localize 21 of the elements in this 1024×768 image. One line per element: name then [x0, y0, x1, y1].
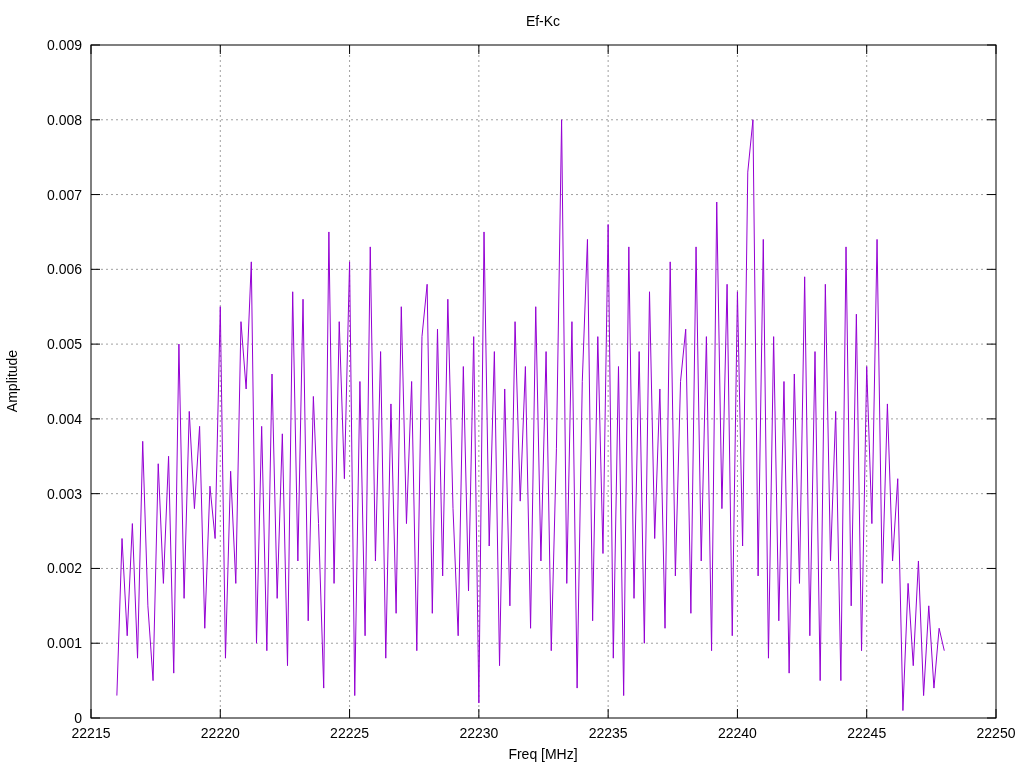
x-tick-label: 22225	[330, 725, 370, 741]
y-tick-label: 0.004	[46, 410, 82, 427]
y-tick-label: 0.005	[46, 336, 82, 353]
y-tick-label: 0	[74, 710, 82, 726]
x-tick-label: 22220	[200, 725, 240, 741]
y-tick-label: 0.003	[46, 485, 82, 502]
y-axis-label: Amplitude	[4, 349, 20, 413]
y-tick-label: 0.007	[46, 186, 82, 203]
y-tick-label: 0.006	[46, 261, 82, 278]
x-tick-label: 22235	[588, 725, 628, 741]
chart-title: Ef-Kc	[525, 13, 561, 29]
x-tick-label: 22245	[847, 725, 887, 741]
y-tick-label: 0.009	[46, 37, 82, 53]
y-tick-label: 0.008	[46, 111, 82, 128]
y-tick-label: 0.002	[46, 560, 82, 577]
y-tick-label: 0.001	[46, 635, 82, 652]
x-tick-label: 22230	[459, 725, 499, 741]
x-tick-label: 22240	[717, 725, 757, 741]
x-tick-label: 22215	[71, 725, 111, 741]
x-axis-label: Freq [MHz]	[508, 746, 578, 762]
x-tick-label: 22250	[976, 725, 1016, 741]
